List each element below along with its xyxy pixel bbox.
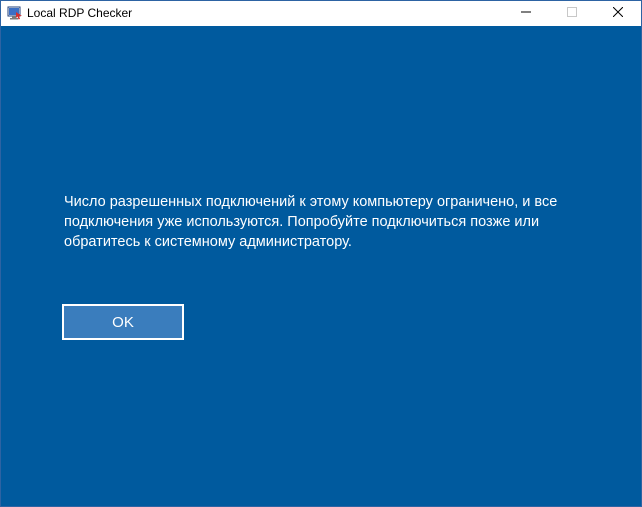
minimize-icon xyxy=(521,4,531,22)
maximize-icon xyxy=(567,4,577,22)
app-window: Local RDP Checker Число разрешенных подк… xyxy=(0,0,642,507)
message-line: Число разрешенных подключений к этому ко… xyxy=(64,194,558,210)
ok-button[interactable]: OK xyxy=(62,304,184,340)
dialog-content: Число разрешенных подключений к этому ко… xyxy=(1,26,641,506)
connection-limit-message: Число разрешенных подключений к этому ко… xyxy=(64,192,604,252)
rdp-app-icon xyxy=(7,5,23,21)
message-line: подключения уже используются. Попробуйте… xyxy=(64,214,540,230)
close-icon xyxy=(612,4,624,22)
minimize-button[interactable] xyxy=(503,1,549,25)
close-button[interactable] xyxy=(595,1,641,25)
title-bar[interactable]: Local RDP Checker xyxy=(1,1,641,25)
maximize-button[interactable] xyxy=(549,1,595,25)
message-line: обратитесь к системному администратору. xyxy=(64,234,352,250)
window-title: Local RDP Checker xyxy=(27,6,133,20)
